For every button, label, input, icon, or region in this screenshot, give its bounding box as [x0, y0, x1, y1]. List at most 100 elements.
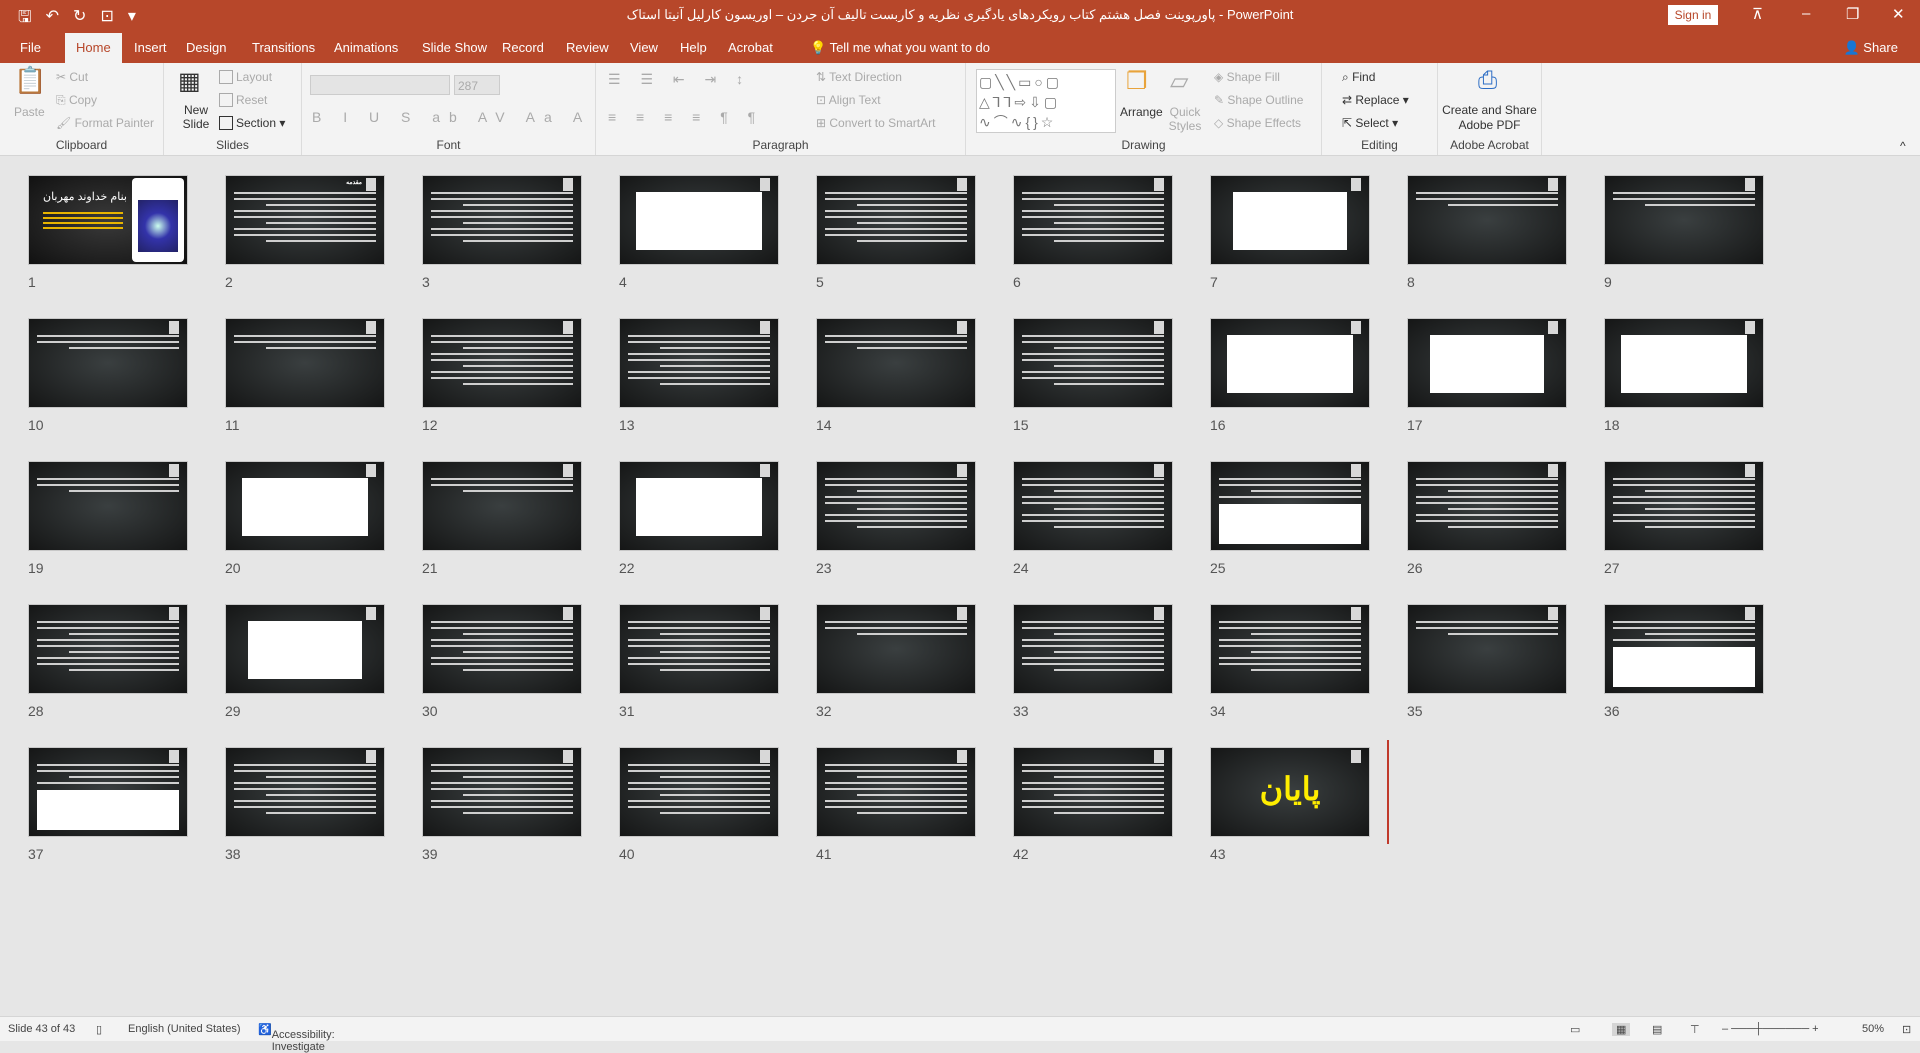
tab-record[interactable]: Record [502, 40, 544, 55]
zoom-slider[interactable]: – ───┼────── + [1722, 1023, 1819, 1035]
tab-insert[interactable]: Insert [134, 40, 167, 55]
slide-thumbnail[interactable] [422, 318, 582, 408]
font-size-input[interactable]: 287 [454, 75, 500, 95]
slideshow-view-icon[interactable]: ⊤ [1690, 1023, 1700, 1036]
slide-thumbnail[interactable] [28, 747, 188, 837]
sign-in-button[interactable]: Sign in [1668, 5, 1718, 25]
notes-icon[interactable]: ▯ [96, 1023, 102, 1036]
tell-me-search[interactable]: 💡 Tell me what you want to do [810, 40, 990, 56]
slide-thumbnail[interactable] [816, 461, 976, 551]
layout-button[interactable]: Layout [219, 70, 272, 84]
tab-animations[interactable]: Animations [334, 40, 398, 55]
tab-file[interactable]: File [20, 40, 41, 55]
convert-smartart-button[interactable]: ⊞ Convert to SmartArt [816, 116, 935, 130]
slide-thumbnail[interactable] [1013, 461, 1173, 551]
text-direction-button[interactable]: ⇅ Text Direction [816, 70, 902, 84]
align-text-button[interactable]: ⊡ Align Text [816, 93, 881, 107]
slide-thumbnail[interactable] [1013, 747, 1173, 837]
slide-thumbnail[interactable] [28, 461, 188, 551]
slide-thumbnail[interactable] [816, 747, 976, 837]
font-format-buttons[interactable]: B I U S ab AV Aa A [312, 109, 591, 125]
slide-thumbnail[interactable] [1407, 461, 1567, 551]
slide-thumbnail[interactable] [225, 604, 385, 694]
slide-thumbnail[interactable] [28, 604, 188, 694]
slide-thumbnail[interactable] [1407, 318, 1567, 408]
create-pdf-button[interactable]: Create and Share Adobe PDF [1438, 103, 1541, 133]
slide-thumbnail[interactable] [422, 175, 582, 265]
slide-thumbnail[interactable] [422, 461, 582, 551]
slide-thumbnail[interactable] [816, 318, 976, 408]
language-status[interactable]: English (United States) [128, 1023, 241, 1035]
arrange-icon[interactable]: ❐ [1126, 67, 1148, 96]
copy-button[interactable]: ⎘ Copy [56, 93, 97, 108]
pdf-share-icon[interactable]: ⎙ [1478, 67, 1497, 95]
share-button[interactable]: 👤 Share [1843, 40, 1898, 56]
slide-thumbnail[interactable]: پایان [1210, 747, 1370, 837]
shape-effects-button[interactable]: ◇ Shape Effects [1214, 116, 1301, 130]
slide-thumbnail[interactable] [1604, 461, 1764, 551]
quick-styles-icon[interactable]: ▱ [1170, 67, 1188, 96]
slide-thumbnail[interactable] [619, 747, 779, 837]
ribbon-display-icon[interactable]: ⊼ [1752, 5, 1763, 23]
slide-thumbnail[interactable] [1407, 604, 1567, 694]
fit-slide-icon[interactable]: ⊡ [1902, 1023, 1911, 1036]
slide-thumbnail[interactable] [619, 604, 779, 694]
tab-home[interactable]: Home [65, 33, 122, 63]
minimize-icon[interactable]: – [1802, 5, 1810, 22]
find-button[interactable]: ⌕ Find [1342, 70, 1375, 85]
slide-sorter-view-icon[interactable]: ▦ [1612, 1023, 1631, 1036]
slide-thumbnail[interactable] [816, 175, 976, 265]
shape-outline-button[interactable]: ✎ Shape Outline [1214, 93, 1303, 107]
new-slide-icon[interactable]: ▦ [178, 67, 201, 96]
slide-thumbnail[interactable] [225, 461, 385, 551]
slide-thumbnail[interactable] [1210, 175, 1370, 265]
align-buttons[interactable]: ≡ ≡ ≡ ≡ ¶ ¶ [608, 109, 763, 125]
slide-thumbnail[interactable] [225, 318, 385, 408]
arrange-button[interactable]: Arrange [1120, 105, 1163, 119]
cut-button[interactable]: ✂ Cut [56, 70, 88, 84]
slide-thumbnail[interactable] [1604, 604, 1764, 694]
select-button[interactable]: ⇱ Select ▾ [1342, 116, 1398, 130]
slide-thumbnail[interactable] [1210, 604, 1370, 694]
tab-design[interactable]: Design [186, 40, 226, 55]
reset-button[interactable]: Reset [219, 93, 267, 107]
slide-thumbnail[interactable] [1013, 175, 1173, 265]
list-buttons[interactable]: ☰ ☰ ⇤ ⇥ ↕ [608, 71, 751, 88]
slide-thumbnail[interactable] [225, 747, 385, 837]
collapse-ribbon-icon[interactable]: ^ [1900, 139, 1906, 153]
normal-view-icon[interactable]: ▭ [1570, 1023, 1580, 1036]
slide-thumbnail[interactable] [1210, 461, 1370, 551]
reading-view-icon[interactable]: ▤ [1652, 1023, 1662, 1036]
slide-thumbnail[interactable] [28, 318, 188, 408]
maximize-icon[interactable]: ❐ [1846, 5, 1859, 23]
slide-thumbnail[interactable] [422, 747, 582, 837]
tab-view[interactable]: View [630, 40, 658, 55]
replace-button[interactable]: ⇄ Replace ▾ [1342, 93, 1409, 107]
slide-thumbnail[interactable]: بنام خداوند مهربان [28, 175, 188, 265]
tab-help[interactable]: Help [680, 40, 707, 55]
shape-fill-button[interactable]: ◈ Shape Fill [1214, 70, 1280, 84]
slide-thumbnail[interactable] [1013, 318, 1173, 408]
quick-styles-button[interactable]: Quick Styles [1168, 105, 1202, 133]
tab-slide-show[interactable]: Slide Show [422, 40, 487, 55]
shapes-gallery[interactable]: ▢╲╲▭○▢ △⅂⅂⇨⇩▢ ∿⌒∿{}☆ [976, 69, 1116, 133]
slide-thumbnail[interactable]: مقدمه [225, 175, 385, 265]
tab-transitions[interactable]: Transitions [252, 40, 315, 55]
tab-review[interactable]: Review [566, 40, 609, 55]
zoom-level[interactable]: 50% [1862, 1023, 1884, 1035]
slide-thumbnail[interactable] [816, 604, 976, 694]
slide-thumbnail[interactable] [1604, 175, 1764, 265]
slide-thumbnail[interactable] [1210, 318, 1370, 408]
accessibility-status[interactable]: ♿ Accessibility: Investigate [258, 1023, 335, 1053]
format-painter-button[interactable]: 🖌 Format Painter [56, 116, 154, 130]
slide-thumbnail[interactable] [619, 461, 779, 551]
slide-thumbnail[interactable] [1407, 175, 1567, 265]
paste-button[interactable]: Paste [14, 105, 45, 119]
tab-acrobat[interactable]: Acrobat [728, 40, 773, 55]
slide-thumbnail[interactable] [1013, 604, 1173, 694]
paste-icon[interactable]: 📋 [14, 65, 46, 96]
font-name-input[interactable] [310, 75, 450, 95]
new-slide-button[interactable]: New Slide [176, 103, 216, 131]
slide-thumbnail[interactable] [619, 318, 779, 408]
section-button[interactable]: Section ▾ [219, 116, 285, 130]
